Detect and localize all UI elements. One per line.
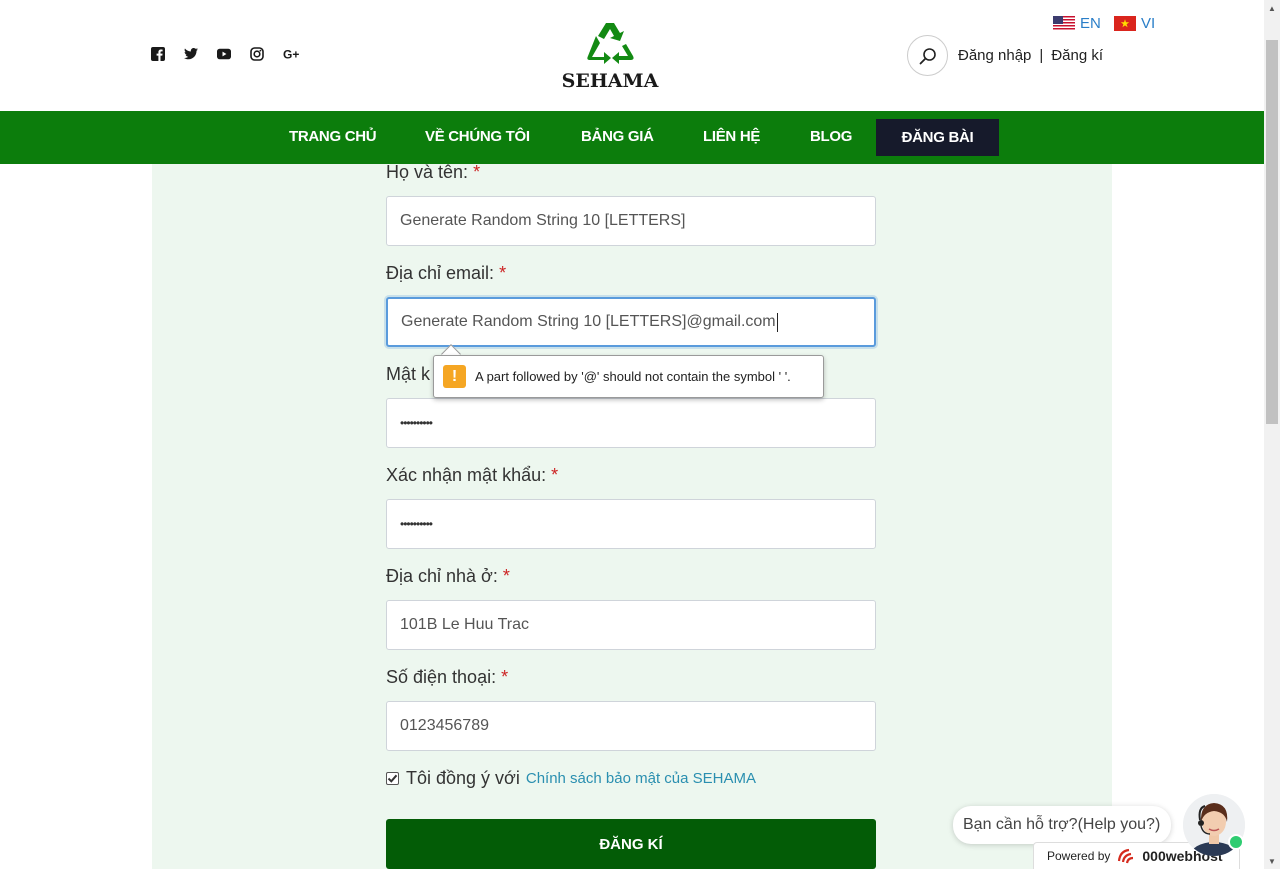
search-icon: [919, 47, 936, 64]
agree-text: Tôi đồng ý với: [406, 768, 520, 788]
auth-separator: |: [1039, 47, 1044, 64]
language-en-label: EN: [1080, 15, 1101, 32]
svg-text:G+: G+: [283, 48, 299, 62]
nav-item-post[interactable]: ĐĂNG BÀI: [876, 119, 999, 156]
google-plus-icon[interactable]: G+: [283, 47, 303, 62]
nav-item-about[interactable]: VỀ CHÚNG TÔI: [425, 111, 530, 164]
language-vi[interactable]: VI: [1114, 15, 1155, 32]
confirm-password-label: Xác nhận mật khẩu: *: [386, 465, 558, 486]
nav-item-pricing[interactable]: BẢNG GIÁ: [581, 111, 654, 164]
checkmark-icon: [387, 774, 398, 783]
password-field[interactable]: ••••••••••: [386, 398, 876, 448]
main-nav: TRANG CHỦ VỀ CHÚNG TÔI BẢNG GIÁ LIÊN HỆ …: [0, 111, 1264, 164]
email-label-text: Địa chỉ email:: [386, 263, 495, 283]
required-mark: *: [473, 162, 481, 182]
required-mark: *: [501, 667, 509, 687]
email-label: Địa chỉ email: *: [386, 263, 506, 284]
address-value: 101B Le Huu Trac: [400, 616, 529, 633]
twitter-icon[interactable]: [184, 47, 198, 61]
phone-field[interactable]: 0123456789: [386, 701, 876, 751]
login-link[interactable]: Đăng nhập: [958, 47, 1031, 64]
vn-flag-icon: [1114, 16, 1136, 31]
search-button[interactable]: [907, 35, 948, 76]
register-submit-button[interactable]: ĐĂNG KÍ: [386, 819, 876, 869]
scroll-thumb[interactable]: [1266, 40, 1278, 424]
site-header: G+ SEHAMA EN VI Đăng nhập | Đăng kí: [0, 0, 1264, 111]
email-value: Generate Random String 10 [LETTERS]@gmai…: [401, 313, 776, 330]
validation-tooltip: ! A part followed by '@' should not cont…: [433, 355, 824, 398]
password-label-text: Mật k: [386, 364, 431, 384]
us-flag-icon: [1053, 16, 1075, 31]
required-mark: *: [551, 465, 559, 485]
agree-row: Tôi đồng ý với Chính sách bảo mật của SE…: [386, 768, 756, 789]
fullname-label: Họ và tên: *: [386, 162, 480, 183]
required-mark: *: [502, 566, 510, 586]
confirm-password-field[interactable]: ••••••••••: [386, 499, 876, 549]
required-mark: *: [499, 263, 507, 283]
fullname-field[interactable]: Generate Random String 10 [LETTERS]: [386, 196, 876, 246]
online-status-dot: [1228, 834, 1244, 850]
phone-label-text: Số điện thoại:: [386, 667, 497, 687]
phone-value: 0123456789: [400, 717, 489, 734]
validation-message: A part followed by '@' should not contai…: [475, 369, 791, 384]
confirm-password-value: ••••••••••: [400, 517, 433, 531]
facebook-icon[interactable]: [151, 47, 165, 61]
social-links: G+: [151, 47, 322, 61]
nav-item-blog[interactable]: BLOG: [810, 111, 852, 164]
register-link[interactable]: Đăng kí: [1051, 47, 1103, 64]
address-field[interactable]: 101B Le Huu Trac: [386, 600, 876, 650]
recycle-icon: [587, 23, 634, 64]
agree-checkbox[interactable]: [386, 772, 399, 785]
help-prompt: Bạn cần hỗ trợ?(Help you?): [963, 816, 1161, 833]
site-logo[interactable]: SEHAMA: [556, 20, 664, 92]
logo-text: SEHAMA: [561, 70, 659, 92]
scroll-down-arrow[interactable]: ▼: [1264, 853, 1280, 869]
fullname-label-text: Họ và tên:: [386, 162, 469, 182]
password-value: ••••••••••: [400, 416, 433, 430]
address-label-text: Địa chỉ nhà ở:: [386, 566, 498, 586]
nav-item-home[interactable]: TRANG CHỦ: [289, 111, 377, 164]
powered-by-label: Powered by: [1047, 849, 1111, 863]
text-caret: [776, 312, 778, 332]
fullname-value: Generate Random String 10 [LETTERS]: [400, 212, 686, 229]
language-vi-label: VI: [1141, 15, 1156, 32]
auth-links: Đăng nhập | Đăng kí: [958, 47, 1103, 64]
warning-icon: !: [443, 365, 466, 388]
youtube-icon[interactable]: [217, 47, 231, 61]
webhost-logo-icon: [1118, 848, 1134, 864]
language-en[interactable]: EN: [1053, 15, 1101, 32]
confirm-password-label-text: Xác nhận mật khẩu:: [386, 465, 547, 485]
nav-item-contact[interactable]: LIÊN HỆ: [703, 111, 760, 164]
instagram-icon[interactable]: [250, 47, 264, 61]
page-scrollbar[interactable]: ▲ ▼: [1264, 0, 1280, 869]
scroll-up-arrow[interactable]: ▲: [1264, 0, 1280, 16]
address-label: Địa chỉ nhà ở: *: [386, 566, 510, 587]
phone-label: Số điện thoại: *: [386, 667, 508, 688]
help-chat-bubble[interactable]: Bạn cần hỗ trợ?(Help you?): [953, 806, 1171, 844]
privacy-policy-link[interactable]: Chính sách bảo mật của SEHAMA: [526, 770, 756, 787]
email-field[interactable]: Generate Random String 10 [LETTERS]@gmai…: [386, 297, 876, 347]
